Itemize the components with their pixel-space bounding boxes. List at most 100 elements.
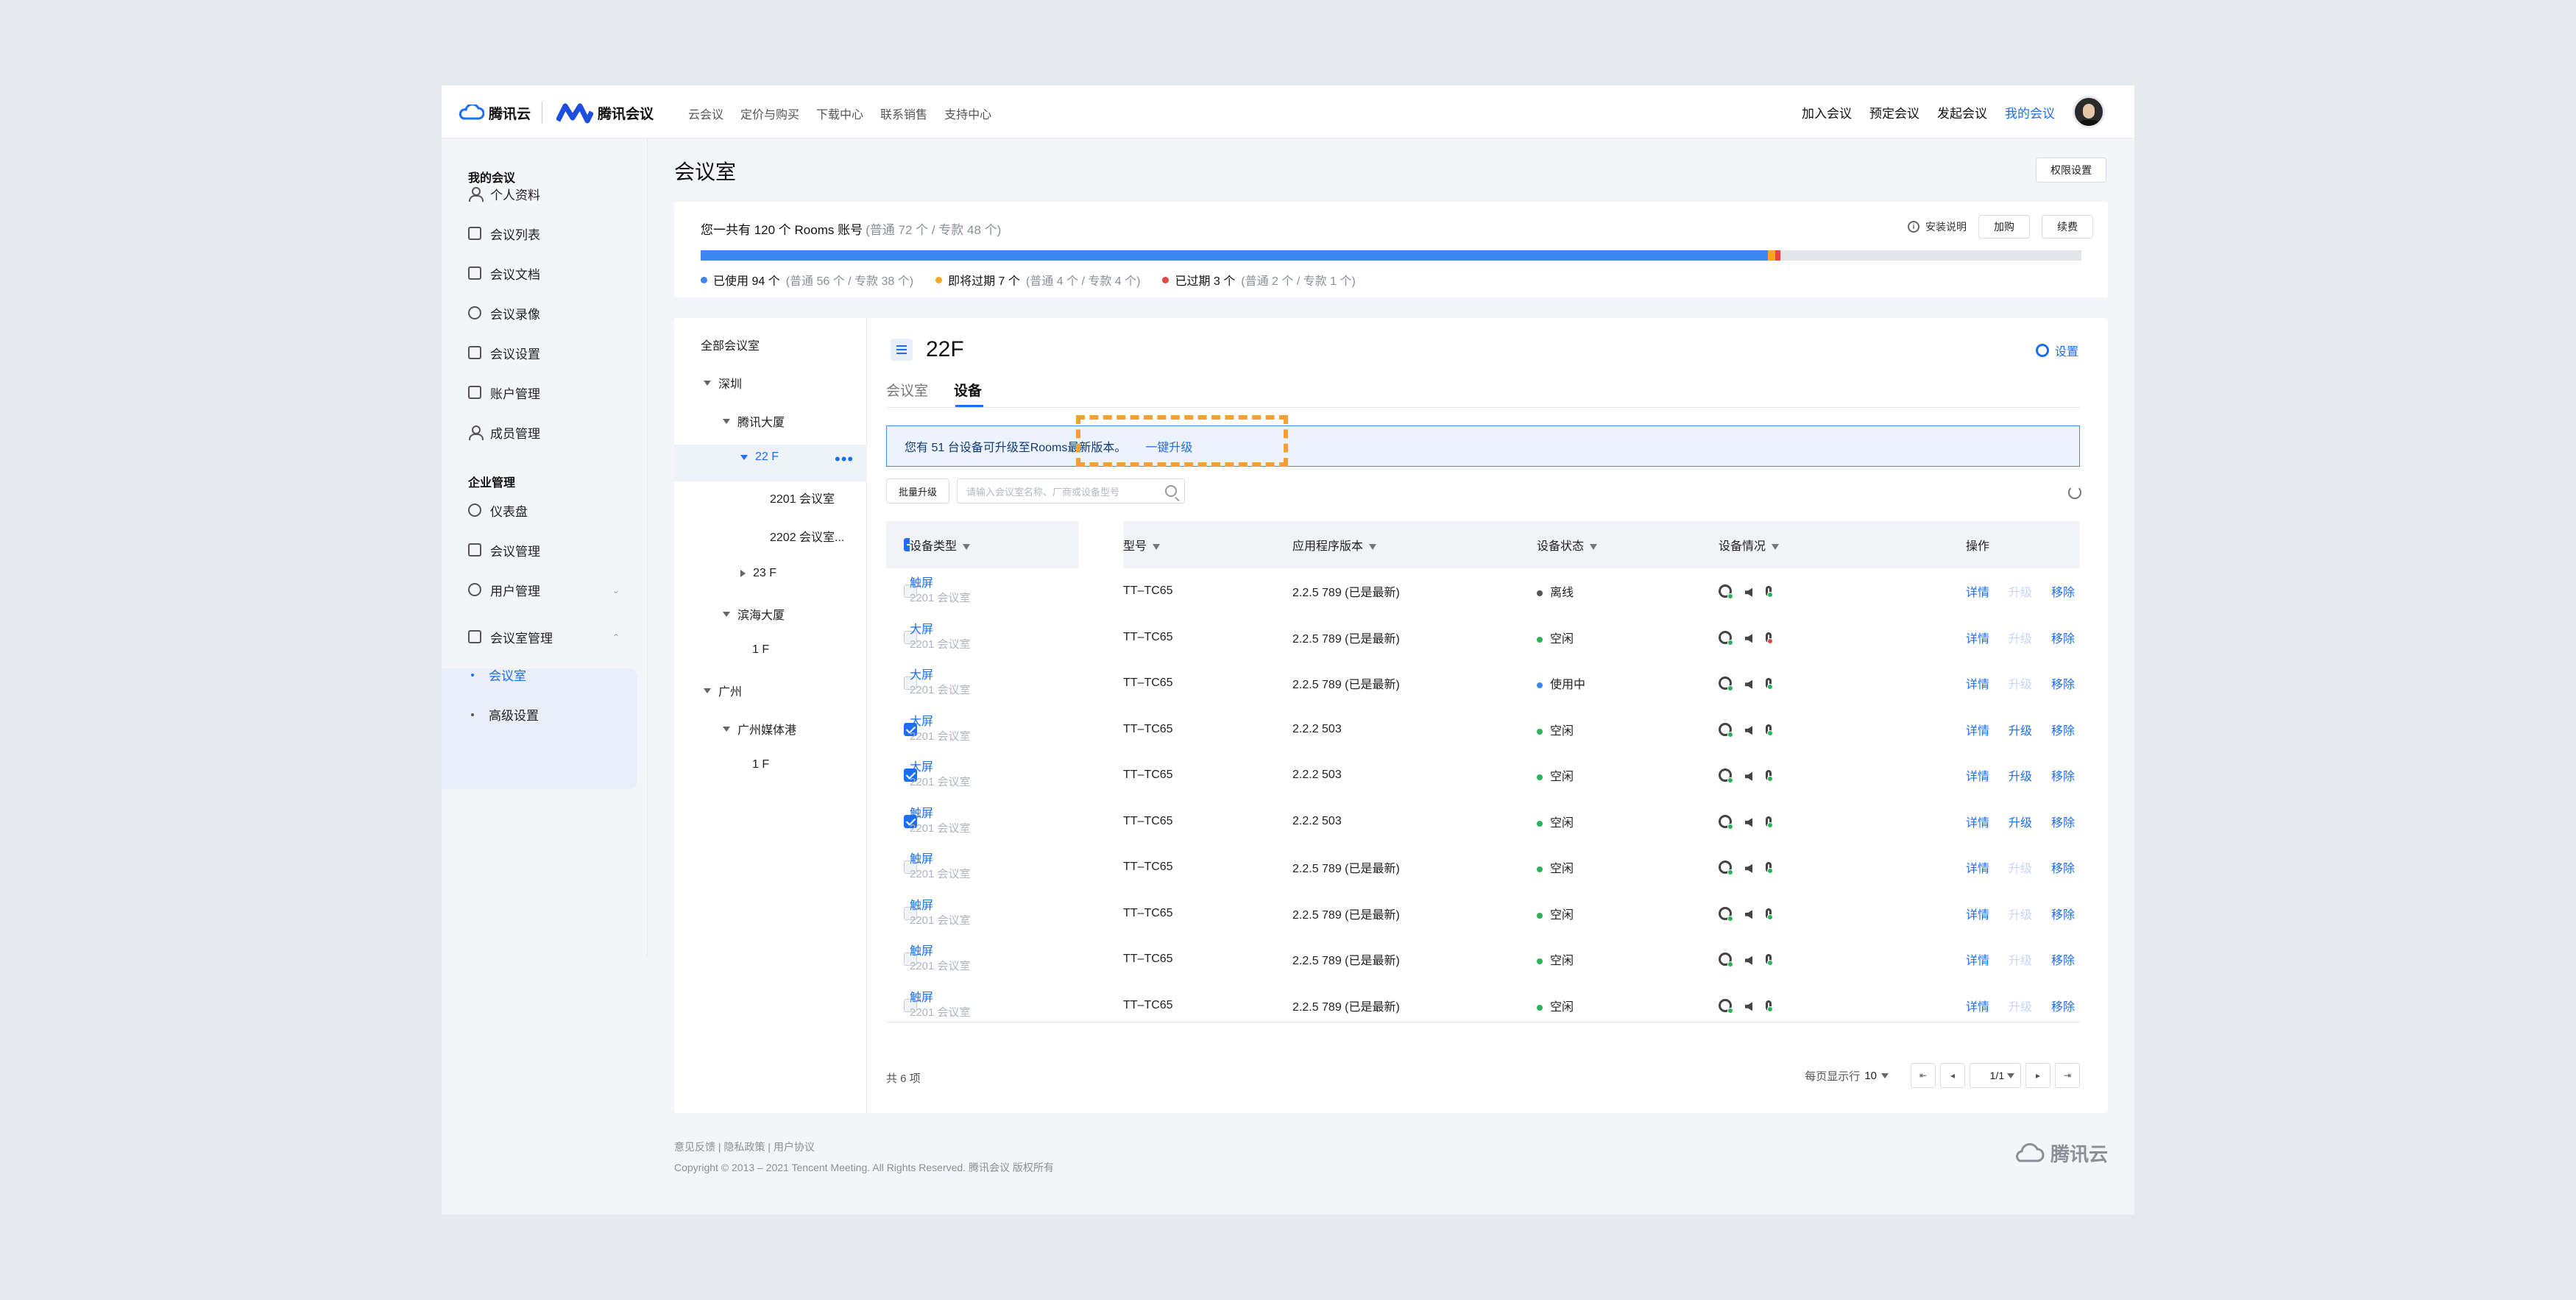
- tree-node-shenzhen[interactable]: 深圳: [704, 374, 742, 392]
- install-guide-link[interactable]: i 安装说明: [1908, 219, 1967, 234]
- filter-icon[interactable]: [1153, 543, 1161, 550]
- sidebar-item-user-management[interactable]: 用户管理: [468, 580, 540, 599]
- tencent-meeting-logo[interactable]: 腾讯会议: [556, 100, 654, 125]
- filter-icon[interactable]: [963, 543, 971, 550]
- sidebar-item-meeting-management[interactable]: 会议管理: [468, 540, 540, 559]
- sidebar-item-dashboard[interactable]: 仪表盘: [468, 501, 528, 520]
- col-model[interactable]: 型号: [1123, 521, 1292, 568]
- tree-node-room-2201[interactable]: 2201 会议室: [770, 489, 835, 506]
- my-meetings-link[interactable]: 我的会议: [2005, 103, 2055, 121]
- tree-node-room-2202[interactable]: 2202 会议室...: [770, 527, 844, 545]
- filter-icon[interactable]: [1590, 543, 1598, 550]
- prev-page-button[interactable]: ◂: [1940, 1063, 1965, 1088]
- sidebar-item-meeting-list[interactable]: 会议列表: [468, 224, 540, 243]
- device-type-link[interactable]: 大屏: [910, 668, 1079, 683]
- menu-contact-sales[interactable]: 联系销售: [880, 105, 927, 122]
- tab-devices[interactable]: 设备: [954, 380, 982, 400]
- tree-node-media-port[interactable]: 广州媒体港: [723, 720, 796, 738]
- start-meeting-link[interactable]: 发起会议: [1937, 103, 1987, 121]
- device-type-link[interactable]: 触屏: [910, 852, 1079, 867]
- detail-link[interactable]: 详情: [1966, 950, 1989, 968]
- detail-link[interactable]: 详情: [1966, 813, 1989, 830]
- detail-link[interactable]: 详情: [1966, 674, 1989, 692]
- sidebar-item-recordings[interactable]: 会议录像: [468, 303, 540, 322]
- sidebar-sub-advanced[interactable]: 高级设置: [471, 705, 539, 724]
- sidebar-item-meeting-settings[interactable]: 会议设置: [468, 343, 540, 362]
- filter-icon[interactable]: [1369, 543, 1377, 550]
- first-page-button[interactable]: ⇤: [1911, 1063, 1936, 1088]
- col-device-condition[interactable]: 设备情况: [1719, 521, 1966, 568]
- detail-link[interactable]: 详情: [1966, 721, 1989, 738]
- upgrade-link[interactable]: 升级: [2009, 766, 2032, 784]
- tencent-cloud-logo[interactable]: 腾讯云: [458, 100, 531, 125]
- chevron-down-icon[interactable]: ⌄: [612, 585, 620, 596]
- detail-link[interactable]: 详情: [1966, 858, 1989, 876]
- detail-link[interactable]: 详情: [1966, 766, 1989, 784]
- device-type-link[interactable]: 触屏: [910, 576, 1079, 591]
- sidebar-item-account[interactable]: 账户管理: [468, 383, 540, 402]
- upgrade-link[interactable]: 升级: [2009, 721, 2032, 738]
- remove-link[interactable]: 移除: [2051, 766, 2075, 784]
- buy-more-button[interactable]: 加购: [1978, 215, 2030, 239]
- remove-link[interactable]: 移除: [2051, 813, 2075, 830]
- remove-link[interactable]: 移除: [2051, 582, 2075, 600]
- tree-node-binhai[interactable]: 滨海大厦: [723, 605, 785, 623]
- detail-link[interactable]: 详情: [1966, 997, 1989, 1014]
- sidebar-item-members[interactable]: 成员管理: [468, 423, 540, 442]
- device-search-input[interactable]: 请输入会议室名称、厂商或设备型号: [957, 478, 1186, 504]
- col-app-version[interactable]: 应用程序版本: [1292, 521, 1537, 568]
- col-device-type[interactable]: 设备类型: [910, 521, 1079, 568]
- detail-link[interactable]: 详情: [1966, 629, 1989, 646]
- device-type-link[interactable]: 触屏: [910, 944, 1079, 959]
- menu-cloud-meeting[interactable]: 云会议: [688, 105, 723, 122]
- remove-link[interactable]: 移除: [2051, 950, 2075, 968]
- menu-pricing[interactable]: 定价与购买: [740, 105, 799, 122]
- menu-icon[interactable]: [891, 339, 913, 361]
- page-size-select[interactable]: 10: [1864, 1070, 1889, 1082]
- renew-button[interactable]: 续费: [2042, 215, 2093, 239]
- next-page-button[interactable]: ▸: [2025, 1063, 2050, 1088]
- refresh-icon[interactable]: [2068, 486, 2081, 499]
- remove-link[interactable]: 移除: [2051, 674, 2075, 692]
- device-type-link[interactable]: 大屏: [910, 623, 1079, 637]
- more-icon[interactable]: •••: [835, 451, 854, 467]
- remove-link[interactable]: 移除: [2051, 629, 2075, 646]
- permission-settings-button[interactable]: 权限设置: [2036, 158, 2106, 183]
- room-settings-link[interactable]: 设置: [2035, 342, 2078, 359]
- tree-node-all[interactable]: 全部会议室: [701, 336, 760, 353]
- sidebar-sub-rooms[interactable]: 会议室: [471, 665, 526, 684]
- page-jump-select[interactable]: 1/1: [1970, 1063, 2021, 1088]
- footer-links[interactable]: 意见反馈 | 隐私政策 | 用户协议: [674, 1137, 1054, 1157]
- tree-node-22f[interactable]: 22 F: [740, 451, 779, 464]
- sidebar-item-room-management[interactable]: 会议室管理: [468, 627, 553, 646]
- device-type-link[interactable]: 触屏: [910, 899, 1079, 914]
- col-device-status[interactable]: 设备状态: [1537, 521, 1719, 568]
- tree-node-binhai-1f[interactable]: 1 F: [752, 643, 769, 657]
- tree-node-media-port-1f[interactable]: 1 F: [752, 758, 769, 771]
- filter-icon[interactable]: [1772, 543, 1780, 550]
- detail-link[interactable]: 详情: [1966, 905, 1989, 922]
- menu-download[interactable]: 下载中心: [816, 105, 863, 122]
- chevron-up-icon[interactable]: ⌃: [612, 632, 620, 643]
- remove-link[interactable]: 移除: [2051, 858, 2075, 876]
- menu-support[interactable]: 支持中心: [944, 105, 991, 122]
- tree-node-23f[interactable]: 23 F: [740, 567, 776, 580]
- sidebar-item-documents[interactable]: 会议文档: [468, 264, 540, 283]
- detail-link[interactable]: 详情: [1966, 582, 1989, 600]
- tree-node-guangzhou[interactable]: 广州: [704, 682, 742, 699]
- remove-link[interactable]: 移除: [2051, 997, 2075, 1014]
- device-type-link[interactable]: 触屏: [910, 991, 1079, 1006]
- last-page-button[interactable]: ⇥: [2055, 1063, 2080, 1088]
- batch-upgrade-button[interactable]: 批量升级: [886, 478, 950, 504]
- tree-node-tencent-building[interactable]: 腾讯大厦: [723, 412, 785, 430]
- avatar[interactable]: [2073, 96, 2105, 128]
- device-type-link[interactable]: 大屏: [910, 715, 1079, 730]
- sidebar-item-profile[interactable]: 个人资料: [468, 184, 540, 203]
- schedule-meeting-link[interactable]: 预定会议: [1869, 103, 1919, 121]
- remove-link[interactable]: 移除: [2051, 905, 2075, 922]
- device-type-link[interactable]: 触屏: [910, 807, 1079, 822]
- device-type-link[interactable]: 大屏: [910, 760, 1079, 775]
- upgrade-link[interactable]: 升级: [2009, 813, 2032, 830]
- tab-rooms[interactable]: 会议室: [886, 380, 928, 400]
- remove-link[interactable]: 移除: [2051, 721, 2075, 738]
